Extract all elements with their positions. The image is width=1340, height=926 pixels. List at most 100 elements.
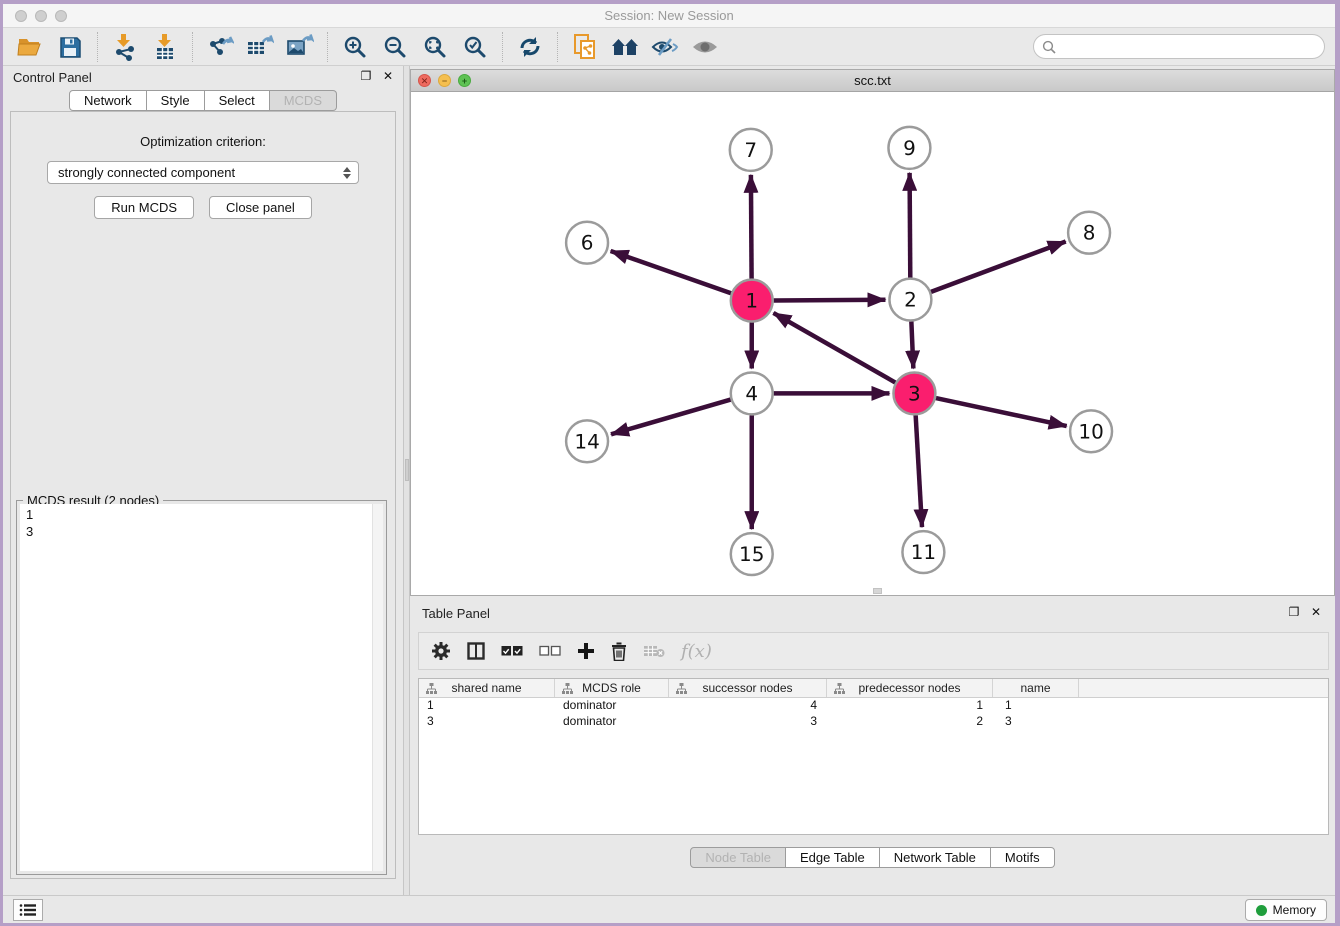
hide-selected-icon[interactable] bbox=[648, 32, 682, 62]
tab-node-table[interactable]: Node Table bbox=[690, 847, 786, 868]
table-row[interactable]: 1 dominator 4 1 1 bbox=[419, 698, 1328, 714]
add-column-icon[interactable] bbox=[577, 636, 595, 666]
search-input[interactable] bbox=[1060, 40, 1300, 54]
export-table-icon[interactable] bbox=[243, 32, 277, 62]
dev-panel-button[interactable] bbox=[13, 899, 43, 921]
cell-shared-name[interactable]: 3 bbox=[419, 714, 555, 730]
control-panel-tabs: Network Style Select MCDS bbox=[3, 90, 403, 111]
import-network-icon[interactable] bbox=[108, 32, 142, 62]
canvas-scroll-grip[interactable] bbox=[873, 588, 882, 594]
memory-button[interactable]: Memory bbox=[1245, 899, 1327, 921]
cell-name[interactable]: 3 bbox=[993, 714, 1079, 730]
hierarchy-icon bbox=[426, 683, 437, 694]
edge-1-2[interactable] bbox=[774, 300, 886, 301]
float-panel-icon[interactable]: ❐ bbox=[359, 69, 373, 83]
tab-mcds[interactable]: MCDS bbox=[270, 90, 337, 111]
status-bar: Memory bbox=[3, 895, 1335, 923]
zoom-in-icon[interactable] bbox=[338, 32, 372, 62]
table-header-row: shared name MCDS role successor nodes bbox=[419, 679, 1328, 698]
cell-shared-name[interactable]: 1 bbox=[419, 698, 555, 714]
cell-mcds-role[interactable]: dominator bbox=[555, 698, 669, 714]
apply-layout-icon[interactable] bbox=[513, 32, 547, 62]
hide-columns-icon[interactable] bbox=[539, 636, 561, 666]
node-table[interactable]: shared name MCDS role successor nodes bbox=[418, 678, 1329, 835]
tab-network[interactable]: Network bbox=[69, 90, 147, 111]
first-neighbors-icon[interactable] bbox=[608, 32, 642, 62]
show-all-icon[interactable] bbox=[688, 32, 722, 62]
column-header-name[interactable]: name bbox=[993, 679, 1079, 697]
cell-predecessor-nodes[interactable]: 2 bbox=[827, 714, 993, 730]
node-label-9: 9 bbox=[903, 136, 916, 160]
tab-network-table[interactable]: Network Table bbox=[880, 847, 991, 868]
toolbar-separator bbox=[97, 32, 98, 62]
control-panel-header: Control Panel ❐ ✕ bbox=[3, 66, 403, 88]
cell-mcds-role[interactable]: dominator bbox=[555, 714, 669, 730]
delete-column-icon[interactable] bbox=[611, 636, 627, 666]
export-image-icon[interactable] bbox=[283, 32, 317, 62]
node-label-3: 3 bbox=[908, 381, 921, 405]
edge-2-8[interactable] bbox=[931, 241, 1066, 291]
table-row[interactable]: 3 dominator 3 2 3 bbox=[419, 714, 1328, 730]
edge-1-6[interactable] bbox=[611, 251, 731, 293]
mcds-result-text: 1 3 bbox=[26, 506, 33, 540]
zoom-selected-icon[interactable] bbox=[458, 32, 492, 62]
network-window-title: scc.txt bbox=[411, 73, 1334, 88]
open-session-icon[interactable] bbox=[13, 32, 47, 62]
list-icon bbox=[19, 903, 37, 917]
column-header-successor-nodes[interactable]: successor nodes bbox=[669, 679, 827, 697]
control-panel-title: Control Panel bbox=[13, 70, 92, 85]
import-table-icon[interactable] bbox=[148, 32, 182, 62]
table-panel-header: Table Panel ❐ ✕ bbox=[410, 602, 1335, 624]
cell-successor-nodes[interactable]: 3 bbox=[669, 714, 827, 730]
tab-motifs[interactable]: Motifs bbox=[991, 847, 1055, 868]
tab-select[interactable]: Select bbox=[205, 90, 270, 111]
cell-successor-nodes[interactable]: 4 bbox=[669, 698, 827, 714]
column-header-mcds-role[interactable]: MCDS role bbox=[555, 679, 669, 697]
search-icon bbox=[1042, 40, 1056, 54]
network-window-titlebar[interactable]: ✕ − + scc.txt bbox=[411, 70, 1334, 92]
chevron-updown-icon bbox=[341, 165, 352, 181]
mcds-result-area[interactable]: 1 3 bbox=[20, 504, 383, 871]
edge-1-7[interactable] bbox=[751, 175, 752, 279]
zoom-out-icon[interactable] bbox=[378, 32, 412, 62]
column-header-shared-name[interactable]: shared name bbox=[419, 679, 555, 697]
edge-2-3[interactable] bbox=[911, 322, 913, 369]
app-title: Session: New Session bbox=[3, 8, 1335, 23]
close-panel-button[interactable]: Close panel bbox=[209, 196, 312, 219]
vertical-splitter[interactable] bbox=[403, 66, 410, 895]
node-label-6: 6 bbox=[581, 231, 594, 255]
gear-icon[interactable] bbox=[431, 636, 451, 666]
tab-style[interactable]: Style bbox=[147, 90, 205, 111]
show-columns-icon[interactable] bbox=[501, 636, 523, 666]
column-panel-icon[interactable] bbox=[467, 636, 485, 666]
edge-3-10[interactable] bbox=[936, 398, 1067, 426]
edge-3-11[interactable] bbox=[916, 415, 922, 527]
toolbar-separator bbox=[327, 32, 328, 62]
edge-4-14[interactable] bbox=[611, 400, 731, 435]
clone-network-icon[interactable] bbox=[568, 32, 602, 62]
edge-2-9[interactable] bbox=[910, 173, 911, 278]
zoom-fit-icon[interactable] bbox=[418, 32, 452, 62]
node-label-10: 10 bbox=[1078, 419, 1103, 443]
network-graph[interactable]: 7968124314101511 bbox=[411, 92, 1334, 595]
close-panel-icon[interactable]: ✕ bbox=[381, 69, 395, 83]
cell-predecessor-nodes[interactable]: 1 bbox=[827, 698, 993, 714]
search-box[interactable] bbox=[1033, 34, 1325, 59]
tab-edge-table[interactable]: Edge Table bbox=[786, 847, 880, 868]
close-table-panel-icon[interactable]: ✕ bbox=[1309, 605, 1323, 619]
cell-name[interactable]: 1 bbox=[993, 698, 1079, 714]
network-canvas[interactable]: 7968124314101511 bbox=[411, 92, 1334, 595]
save-session-icon[interactable] bbox=[53, 32, 87, 62]
criterion-select[interactable]: strongly connected component bbox=[47, 161, 359, 184]
right-pane: ✕ − + scc.txt 7968124314101511 Table Pan… bbox=[410, 66, 1335, 895]
node-label-14: 14 bbox=[574, 429, 599, 453]
export-network-icon[interactable] bbox=[203, 32, 237, 62]
table-panel: Table Panel ❐ ✕ bbox=[410, 602, 1335, 895]
float-table-panel-icon[interactable]: ❐ bbox=[1287, 605, 1301, 619]
hierarchy-icon bbox=[676, 683, 687, 694]
column-header-predecessor-nodes[interactable]: predecessor nodes bbox=[827, 679, 993, 697]
splitter-grip[interactable] bbox=[405, 459, 409, 481]
edge-3-1[interactable] bbox=[773, 313, 895, 383]
run-mcds-button[interactable]: Run MCDS bbox=[94, 196, 194, 219]
result-scrollbar[interactable] bbox=[372, 504, 383, 871]
